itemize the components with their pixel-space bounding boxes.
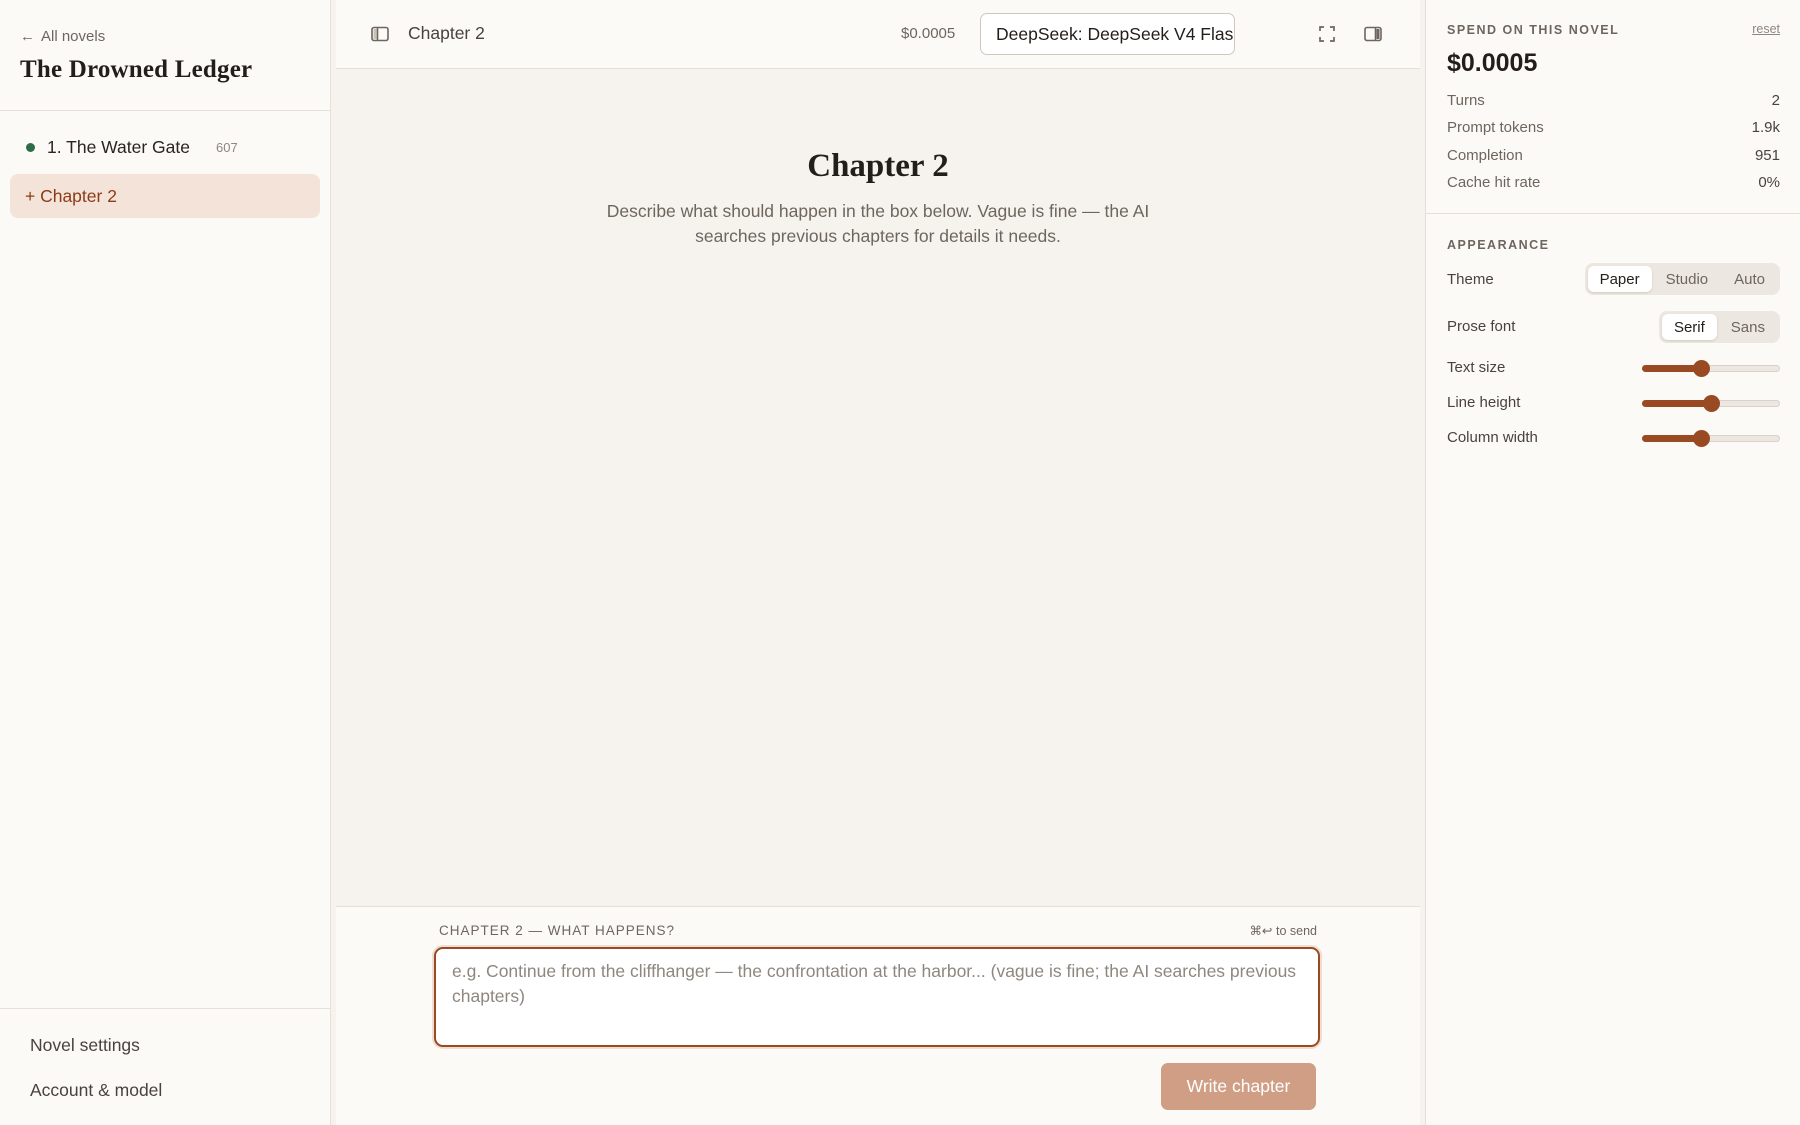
font-segmented-control: Serif Sans bbox=[1658, 311, 1780, 343]
chapter-instructions: Describe what should happen in the box b… bbox=[606, 201, 1150, 246]
left-arrow-icon: ← bbox=[20, 28, 35, 45]
line-height-slider[interactable] bbox=[1642, 395, 1780, 412]
chapter-heading: Chapter 2 bbox=[807, 148, 949, 184]
slider-thumb[interactable] bbox=[1693, 430, 1711, 447]
word-count: 607 bbox=[215, 139, 238, 155]
prose-font-label: Prose font bbox=[1447, 318, 1516, 335]
spend-section: SPEND ON THIS NOVEL reset $0.0005 Turns … bbox=[1447, 0, 1780, 213]
text-size-label: Text size bbox=[1447, 359, 1506, 376]
panel-divider bbox=[1426, 213, 1800, 214]
stat-value: 2 bbox=[1771, 92, 1780, 109]
status-dot-icon bbox=[26, 142, 35, 152]
new-chapter-label: + Chapter 2 bbox=[25, 185, 117, 206]
all-novels-label: All novels bbox=[41, 28, 106, 45]
spend-title: SPEND ON THIS NOVEL bbox=[1447, 23, 1620, 37]
theme-option-studio[interactable]: Studio bbox=[1654, 266, 1721, 292]
model-select[interactable]: DeepSeek: DeepSeek V4 Flash 0... bbox=[980, 13, 1235, 55]
slider-fill bbox=[1642, 400, 1711, 407]
left-sidebar: ← All novels The Drowned Ledger 1. The W… bbox=[0, 0, 331, 1125]
column-width-label: Column width bbox=[1447, 429, 1538, 446]
theme-option-paper[interactable]: Paper bbox=[1587, 266, 1652, 292]
column-width-slider[interactable] bbox=[1642, 430, 1780, 447]
line-height-label: Line height bbox=[1447, 394, 1521, 411]
theme-option-auto[interactable]: Auto bbox=[1722, 266, 1777, 292]
font-option-serif[interactable]: Serif bbox=[1661, 314, 1717, 340]
slider-thumb[interactable] bbox=[1703, 395, 1720, 412]
composer-label: CHAPTER 2 — WHAT HAPPENS? bbox=[439, 923, 676, 938]
main-area: Chapter 2 $0.0005 DeepSeek: DeepSeek V4 … bbox=[336, 0, 1420, 1125]
theme-label: Theme bbox=[1447, 271, 1494, 288]
sidebar-toggle-button[interactable] bbox=[365, 19, 395, 49]
sidebar-toggle-icon bbox=[371, 26, 389, 42]
new-chapter-item[interactable]: + Chapter 2 bbox=[10, 174, 320, 218]
stat-row: Completion 951 bbox=[1447, 147, 1780, 164]
breadcrumb: Chapter 2 bbox=[408, 23, 485, 43]
stat-value: 951 bbox=[1754, 147, 1780, 164]
novel-title: The Drowned Ledger bbox=[20, 56, 253, 83]
right-panel-toggle-button[interactable] bbox=[1358, 19, 1388, 49]
stat-value: 1.9k bbox=[1751, 119, 1780, 136]
chapter-list: 1. The Water Gate 607 + Chapter 2 bbox=[0, 111, 330, 236]
slider-thumb[interactable] bbox=[1693, 360, 1711, 377]
sidebar-header: ← All novels The Drowned Ledger bbox=[0, 0, 330, 111]
chapter-item[interactable]: 1. The Water Gate 607 bbox=[10, 129, 320, 165]
cost-readout: $0.0005 bbox=[901, 25, 956, 42]
sidebar-footer: Novel settings Account & model bbox=[0, 1008, 330, 1125]
stat-row: Turns 2 bbox=[1447, 92, 1780, 109]
appearance-title: APPEARANCE bbox=[1447, 238, 1550, 252]
novel-settings-link[interactable]: Novel settings bbox=[30, 1035, 330, 1080]
theme-segmented-control: Paper Studio Auto bbox=[1584, 263, 1780, 295]
account-model-link[interactable]: Account & model bbox=[30, 1080, 330, 1125]
stat-row: Prompt tokens 1.9k bbox=[1447, 119, 1780, 136]
text-size-slider[interactable] bbox=[1642, 360, 1780, 377]
stat-row: Cache hit rate 0% bbox=[1447, 174, 1780, 191]
stat-label: Completion bbox=[1447, 147, 1523, 164]
fullscreen-button[interactable] bbox=[1312, 19, 1342, 49]
right-panel: SPEND ON THIS NOVEL reset $0.0005 Turns … bbox=[1425, 0, 1800, 1125]
composer: CHAPTER 2 — WHAT HAPPENS? ⌘↩ to send e.g… bbox=[336, 906, 1420, 1125]
chapter-title: 1. The Water Gate bbox=[47, 136, 190, 157]
write-chapter-button[interactable]: Write chapter bbox=[1161, 1063, 1316, 1110]
font-option-sans[interactable]: Sans bbox=[1719, 314, 1777, 340]
chapter-prompt-input[interactable]: e.g. Continue from the cliffhanger — the… bbox=[434, 947, 1320, 1047]
right-panel-icon bbox=[1364, 26, 1382, 42]
stat-value: 0% bbox=[1758, 174, 1780, 191]
stat-label: Cache hit rate bbox=[1447, 174, 1541, 191]
reset-link[interactable]: reset bbox=[1752, 22, 1780, 36]
stat-label: Turns bbox=[1447, 92, 1485, 109]
spend-total: $0.0005 bbox=[1447, 49, 1538, 77]
send-shortcut-hint: ⌘↩ to send bbox=[1249, 924, 1317, 938]
stat-label: Prompt tokens bbox=[1447, 119, 1544, 136]
all-novels-link[interactable]: ← All novels bbox=[20, 28, 105, 45]
top-bar: Chapter 2 $0.0005 DeepSeek: DeepSeek V4 … bbox=[336, 0, 1420, 69]
expand-icon bbox=[1319, 26, 1335, 42]
